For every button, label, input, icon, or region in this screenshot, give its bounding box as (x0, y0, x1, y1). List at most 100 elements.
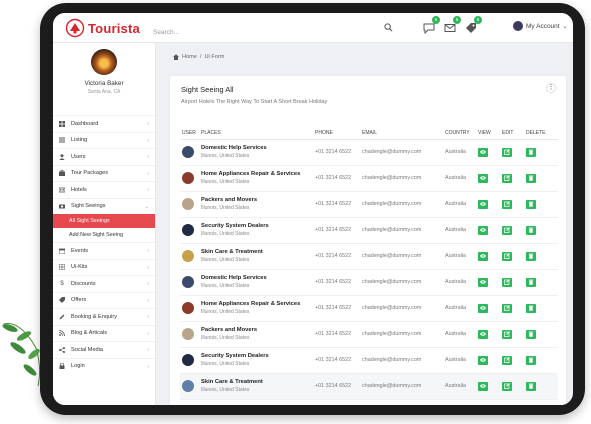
delete-button[interactable] (526, 381, 536, 391)
delete-button[interactable] (526, 225, 536, 235)
table-row[interactable]: Packers and Movers Illunois, United Stat… (180, 321, 558, 348)
sidebar-subitem-add-sight-seeing[interactable]: Add New Sight Seeing (53, 228, 155, 242)
sidebar-item-ui-kits[interactable]: Ui-Kits › (53, 258, 155, 276)
table-row[interactable]: Security System Dealers Illunois, United… (180, 347, 558, 374)
delete-button[interactable] (526, 147, 536, 157)
profile-avatar[interactable] (91, 49, 117, 75)
view-button[interactable] (478, 329, 488, 339)
table-row[interactable]: Domestic Help Services Illunois, United … (180, 139, 558, 166)
user-avatar[interactable] (182, 380, 194, 392)
sidebar-item-blog-articals[interactable]: Blog & Articals › (53, 324, 155, 342)
sidebar-item-dashboard[interactable]: Dashboard › (53, 115, 155, 132)
place-name[interactable]: Domestic Help Services (201, 145, 315, 151)
view-button[interactable] (478, 355, 488, 365)
sidebar-item-label: Social Media (71, 346, 104, 353)
view-button[interactable] (478, 277, 488, 287)
place-location: Illunois, United States (201, 335, 250, 341)
edit-icon (504, 149, 510, 155)
tag-icon[interactable]: 5 (465, 16, 482, 33)
sidebar-item-tour-packages[interactable]: Tour Packages › (53, 164, 155, 182)
phone-cell: +01 3214 6522 (315, 165, 362, 192)
user-avatar[interactable] (182, 146, 194, 158)
edit-button[interactable] (502, 173, 512, 183)
delete-button[interactable] (526, 199, 536, 209)
edit-button[interactable] (502, 225, 512, 235)
table-row[interactable]: Security System Dealers Illunois, United… (180, 217, 558, 244)
sidebar-item-events[interactable]: Events › (53, 242, 155, 259)
sidebar-item-discounts[interactable]: $ Discounts › (53, 275, 155, 292)
view-button[interactable] (478, 225, 488, 235)
sidebar-item-listing[interactable]: Listing › (53, 131, 155, 149)
chevron-down-icon: ⌄ (562, 23, 568, 30)
sidebar-item-sight-seeings[interactable]: Sight Seeings ⌄ (53, 197, 155, 215)
sidebar-item-booking-enquiry[interactable]: Booking & Enquiry › (53, 308, 155, 325)
account-menu[interactable]: My Account ⌄ (513, 21, 568, 31)
delete-button[interactable] (526, 329, 536, 339)
delete-button[interactable] (526, 277, 536, 287)
user-avatar[interactable] (182, 172, 194, 184)
eye-icon (480, 280, 486, 284)
view-button[interactable] (478, 251, 488, 261)
suitcase-icon (59, 170, 65, 177)
chat-icon[interactable]: 5 (423, 16, 440, 35)
country-cell: Australia (445, 269, 478, 296)
mail-icon[interactable]: 5 (444, 16, 461, 33)
breadcrumb-home[interactable]: Home (182, 54, 197, 60)
user-avatar[interactable] (182, 250, 194, 262)
view-button[interactable] (478, 147, 488, 157)
sidebar-subitem-all-sight-seeings[interactable]: All Sight Seeings (53, 214, 155, 228)
search-input[interactable] (153, 25, 373, 40)
delete-button[interactable] (526, 173, 536, 183)
edit-button[interactable] (502, 147, 512, 157)
edit-button[interactable] (502, 381, 512, 391)
sidebar-item-hotels[interactable]: Hotels › (53, 181, 155, 198)
sidebar-item-social-media[interactable]: Social Media › (53, 341, 155, 358)
user-avatar[interactable] (182, 328, 194, 340)
edit-button[interactable] (502, 251, 512, 261)
search-icon[interactable] (384, 23, 393, 32)
place-name[interactable]: Packers and Movers (201, 327, 315, 333)
delete-button[interactable] (526, 303, 536, 313)
place-name[interactable]: Packers and Movers (201, 197, 315, 203)
sidebar-item-login[interactable]: Login › (53, 357, 155, 375)
place-name[interactable]: Skin Care & Treatment (201, 249, 315, 255)
email-cell: chadengle@dummy.com (362, 295, 445, 322)
sidebar-item-offers[interactable]: Offers › (53, 291, 155, 309)
edit-button[interactable] (502, 329, 512, 339)
user-avatar[interactable] (182, 198, 194, 210)
place-name[interactable]: Security System Dealers (201, 353, 315, 359)
edit-button[interactable] (502, 355, 512, 365)
header-icons: 5 5 5 (423, 16, 482, 35)
edit-button[interactable] (502, 303, 512, 313)
main-content: Home / Ui Form Sight Seeing All Airport … (156, 43, 573, 405)
delete-button[interactable] (526, 251, 536, 261)
table-row[interactable]: Domestic Help Services Illunois, United … (180, 269, 558, 296)
table-row[interactable]: Packers and Movers Illunois, United Stat… (180, 191, 558, 218)
brand-logo[interactable]: Tourista (65, 18, 140, 38)
view-button[interactable] (478, 381, 488, 391)
trash-icon (528, 149, 534, 155)
trash-icon (528, 175, 534, 181)
view-button[interactable] (478, 199, 488, 209)
user-avatar[interactable] (182, 276, 194, 288)
view-button[interactable] (478, 173, 488, 183)
sidebar-item-users[interactable]: Users › (53, 148, 155, 165)
user-avatar[interactable] (182, 302, 194, 314)
table-row[interactable]: Home Appliances Repair & Services Illuno… (180, 165, 558, 192)
delete-button[interactable] (526, 355, 536, 365)
place-name[interactable]: Home Appliances Repair & Services (201, 171, 315, 177)
user-avatar[interactable] (182, 354, 194, 366)
table-row[interactable]: Skin Care & Treatment Illunois, United S… (180, 373, 558, 400)
place-name[interactable]: Domestic Help Services (201, 275, 315, 281)
place-name[interactable]: Skin Care & Treatment (201, 379, 315, 385)
place-name[interactable]: Security System Dealers (201, 223, 315, 229)
table-row[interactable]: Skin Care & Treatment Illunois, United S… (180, 243, 558, 270)
view-button[interactable] (478, 303, 488, 313)
edit-button[interactable] (502, 199, 512, 209)
tag-badge: 5 (474, 16, 482, 24)
table-row[interactable]: Home Appliances Repair & Services Illuno… (180, 295, 558, 322)
more-options-icon[interactable]: ⋮ (546, 83, 556, 93)
edit-button[interactable] (502, 277, 512, 287)
user-avatar[interactable] (182, 224, 194, 236)
place-name[interactable]: Home Appliances Repair & Services (201, 301, 315, 307)
